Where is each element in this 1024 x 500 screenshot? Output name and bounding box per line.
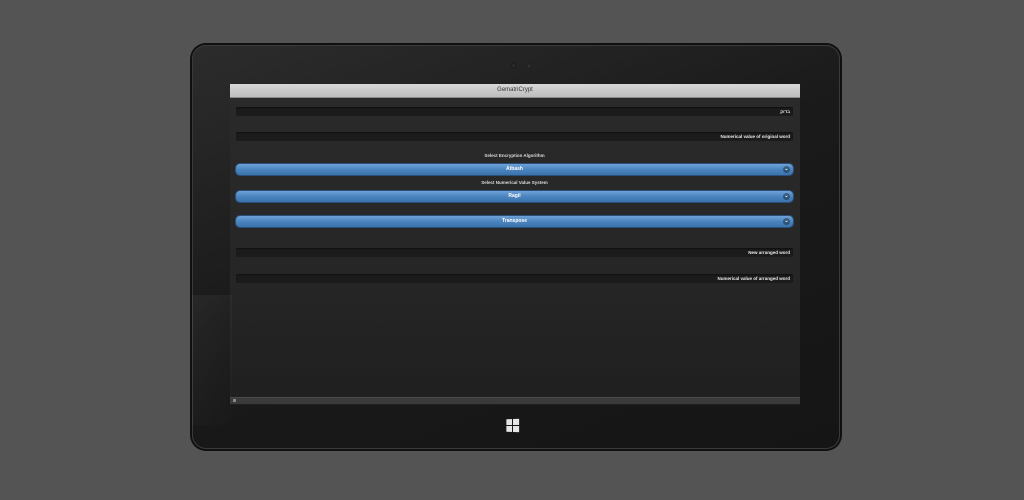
desktop-background: GematriCrypt בדוק Numerical value of ori… [0, 0, 1024, 500]
light-sensor [528, 65, 530, 67]
tablet-device: GematriCrypt בדוק Numerical value of ori… [192, 45, 840, 449]
arranged-word-field[interactable]: New arranged word [236, 248, 793, 257]
chevron-down-icon: ⌄ [783, 166, 790, 173]
app-screen: GematriCrypt בדוק Numerical value of ori… [230, 84, 800, 405]
original-word-placeholder: בדוק [780, 109, 790, 114]
numeric-system-selected-value: Ragil [508, 193, 521, 199]
window-title-bar: GematriCrypt [230, 84, 800, 98]
algorithm-selected-value: Atbash [506, 166, 523, 172]
app-bar-indicator [233, 399, 236, 402]
window-title: GematriCrypt [497, 87, 533, 93]
bezel-glare [192, 295, 232, 425]
operation-selected-value: Transpose [501, 218, 527, 224]
numeric-system-select[interactable]: Ragil ⌄ [236, 191, 793, 202]
numeric-system-label: Select Numerical Value System [481, 180, 548, 185]
chevron-down-icon: ⌄ [783, 193, 790, 200]
chevron-down-icon: ⌄ [783, 218, 790, 225]
windows-logo-pane [506, 419, 513, 426]
windows-logo-pane [513, 426, 520, 433]
algorithm-select[interactable]: Atbash ⌄ [236, 164, 793, 175]
app-bottom-bar [230, 397, 800, 404]
windows-logo-pane [513, 418, 520, 425]
operation-select[interactable]: Transpose ⌄ [236, 216, 793, 227]
original-value-field[interactable]: Numerical value of original word [236, 132, 793, 141]
arranged-word-placeholder: New arranged word [748, 250, 790, 255]
windows-logo-icon[interactable] [506, 418, 520, 434]
windows-logo-pane [506, 426, 513, 432]
original-value-placeholder: Numerical value of original word [720, 134, 790, 139]
arranged-value-field[interactable]: Numerical value of arranged word [236, 274, 793, 283]
arranged-value-placeholder: Numerical value of arranged word [717, 276, 790, 281]
algorithm-label: Select Encryption Algorithm [484, 153, 545, 158]
original-word-input[interactable]: בדוק [236, 107, 793, 116]
camera-icon [510, 62, 517, 69]
